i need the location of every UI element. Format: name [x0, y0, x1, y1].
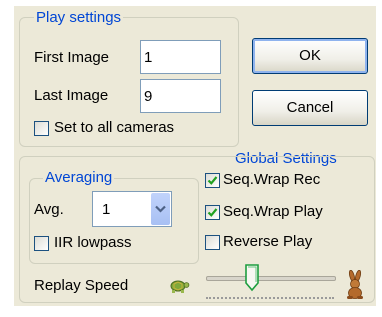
first-image-field[interactable]: 1 [140, 40, 221, 74]
last-image-field[interactable]: 9 [140, 79, 221, 113]
chevron-down-icon[interactable] [151, 193, 170, 225]
rabbit-icon [347, 270, 363, 299]
avg-label: Avg. [34, 201, 64, 218]
all-cameras-checkbox[interactable] [34, 121, 49, 136]
cancel-button[interactable]: Cancel [252, 90, 368, 126]
slider-thumb[interactable] [245, 264, 259, 292]
replay-speed-slider[interactable] [202, 264, 340, 304]
play-settings-title: Play settings [34, 9, 124, 26]
replay-speed-label: Replay Speed [34, 277, 129, 294]
avg-select-value: 1 [102, 201, 111, 218]
averaging-title: Averaging [43, 169, 115, 186]
slider-track [206, 276, 336, 281]
play-dialog: Play settings First Image 1 Last Image 9… [14, 6, 376, 306]
avg-select[interactable]: 1 [92, 191, 172, 227]
ok-button[interactable]: OK [252, 38, 368, 74]
all-cameras-label: Set to all cameras [54, 119, 175, 136]
first-image-label: First Image [34, 49, 110, 66]
last-image-label: Last Image [34, 87, 109, 104]
iir-lowpass-checkbox[interactable] [34, 236, 49, 251]
slider-ticks [206, 297, 334, 301]
iir-lowpass-label: IIR lowpass [54, 234, 132, 251]
turtle-icon [170, 280, 190, 293]
